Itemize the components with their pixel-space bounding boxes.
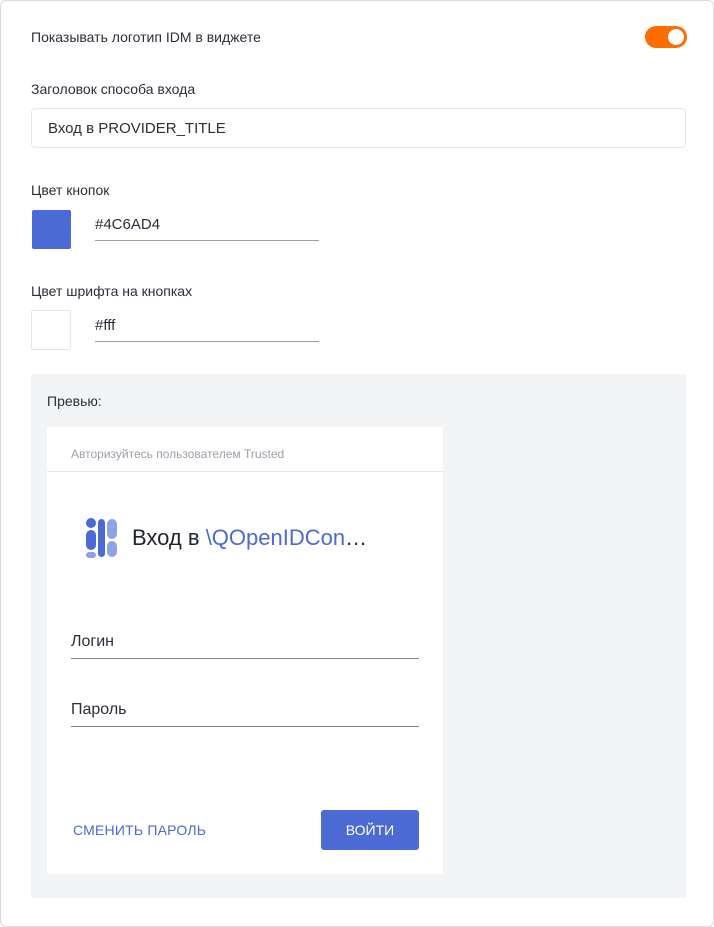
font-color-swatch[interactable] — [31, 310, 71, 350]
button-color-swatch[interactable] — [32, 210, 71, 249]
login-title-input[interactable] — [31, 108, 686, 148]
show-logo-toggle[interactable] — [645, 26, 687, 48]
brand-row: Вход в \QOpenIDConnect... — [83, 517, 372, 559]
trusted-logo-icon — [86, 518, 117, 558]
login-button[interactable]: ВОЙТИ — [321, 810, 419, 850]
preview-area: Превью: Авторизуйтесь пользователем Trus… — [31, 374, 686, 898]
button-color-input[interactable] — [95, 209, 319, 241]
show-logo-row: Показывать логотип IDM в виджете — [31, 25, 687, 49]
widget-header: Авторизуйтесь пользователем Trusted — [47, 427, 443, 472]
login-widget-preview: Авторизуйтесь пользователем Trusted Вход… — [47, 427, 443, 874]
preview-label: Превью: — [47, 393, 102, 409]
font-color-label: Цвет шрифта на кнопках — [31, 283, 193, 299]
settings-panel: Показывать логотип IDM в виджете Заголов… — [0, 0, 714, 927]
brand-provider: \QOpenIDConnect... — [205, 525, 372, 550]
font-color-input[interactable] — [95, 310, 319, 342]
password-field[interactable]: Пароль — [71, 695, 419, 727]
change-password-link[interactable]: СМЕНИТЬ ПАРОЛЬ — [73, 822, 206, 838]
toggle-knob — [668, 29, 684, 45]
login-title-label: Заголовок способа входа — [31, 81, 196, 97]
brand-title: Вход в \QOpenIDConnect... — [132, 525, 372, 551]
button-color-label: Цвет кнопок — [31, 182, 110, 198]
show-logo-label: Показывать логотип IDM в виджете — [31, 29, 261, 45]
brand-prefix: Вход в — [132, 525, 206, 550]
login-field[interactable]: Логин — [71, 627, 419, 659]
